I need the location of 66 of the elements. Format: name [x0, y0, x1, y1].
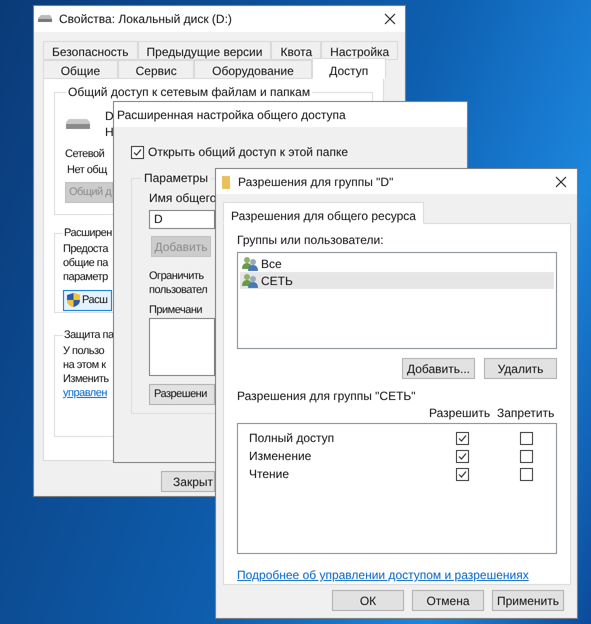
window-title: Разрешения для группы "D" [238, 174, 394, 190]
text-line: Имя общего [149, 191, 216, 205]
text-line: параметр [63, 270, 108, 284]
users-icon [242, 256, 258, 271]
text-line: Н [105, 125, 114, 139]
column-header: Разрешить [429, 406, 490, 420]
text-line: пользовател [149, 282, 208, 296]
tab[interactable]: Предыдущие версии [138, 41, 272, 60]
text-line: Группы или пользователи: [237, 233, 384, 247]
text-line: У пользо [63, 344, 104, 358]
tab[interactable]: Общие [43, 60, 118, 79]
comment-field[interactable] [149, 318, 215, 376]
dialog-button[interactable]: ОК [332, 590, 404, 611]
group-title: Расширен [63, 226, 113, 241]
shield-icon [67, 293, 80, 307]
remove-button[interactable]: Удалить [484, 358, 557, 380]
permission-name: Чтение [248, 467, 290, 482]
dialog-button[interactable]: Применить [492, 590, 564, 611]
text-line: Изменить [63, 372, 109, 386]
tab[interactable]: Настройка [321, 41, 398, 60]
text-line: Нет общ [67, 163, 107, 177]
settings-link[interactable]: управлен [63, 386, 107, 400]
window-title: Расширенная настройка общего доступа [117, 106, 346, 124]
checkbox[interactable] [456, 450, 468, 463]
text-line: общие па [63, 256, 108, 270]
checkbox[interactable] [520, 468, 532, 481]
advanced-sharing-button[interactable]: Расш [63, 290, 112, 310]
dialog-button[interactable]: Отмена [412, 590, 484, 611]
add-button[interactable]: Добавить... [402, 358, 475, 380]
folder-icon [222, 174, 230, 188]
column-header: Запретить [497, 406, 554, 420]
checkbox[interactable] [520, 450, 532, 463]
close-button[interactable]: Закрыт [161, 471, 215, 492]
tab[interactable]: Разрешения для общего ресурса [223, 202, 424, 224]
text-line: Примечани [149, 302, 202, 316]
text-line: на этом к [63, 358, 106, 372]
text-line: D [105, 109, 114, 123]
drive-icon [65, 118, 91, 130]
tab[interactable]: Оборудование [194, 60, 312, 79]
checkbox[interactable] [456, 432, 468, 445]
share-name-field[interactable]: D [149, 210, 215, 229]
list-item[interactable]: СЕТЬ [240, 272, 554, 289]
group-title: Общий доступ к сетевым файлам и папкам [67, 84, 312, 101]
text-line: Предоста [63, 242, 108, 256]
checkbox[interactable] [131, 146, 144, 158]
tab[interactable]: Квота [271, 41, 322, 60]
permissions-button[interactable]: Разрешени [149, 384, 215, 404]
tab[interactable]: Доступ [312, 58, 386, 79]
checkbox[interactable] [456, 468, 468, 481]
checkbox[interactable] [520, 432, 532, 445]
drive-icon [37, 15, 53, 23]
list-item[interactable]: Все [240, 255, 554, 272]
close-icon[interactable] [384, 13, 396, 25]
close-icon[interactable] [555, 176, 567, 188]
help-link[interactable]: Подробнее об управлении доступом и разрешениях [237, 566, 529, 584]
text-line: Разрешения для группы "СЕТЬ" [237, 389, 416, 404]
permission-name: Полный доступ [248, 431, 334, 446]
permission-name: Изменение [248, 449, 312, 464]
text-line: Сетевой [65, 147, 104, 161]
users-icon [242, 273, 258, 288]
tab[interactable]: Сервис [118, 60, 194, 79]
checkbox-label: Открыть общий доступ к этой папке [148, 144, 348, 161]
group-title: Параметры [143, 170, 209, 187]
text-line: Ограничить [149, 268, 204, 282]
tab[interactable]: Безопасность [43, 41, 138, 60]
window-title: Свойства: Локальный диск (D:) [59, 11, 233, 28]
